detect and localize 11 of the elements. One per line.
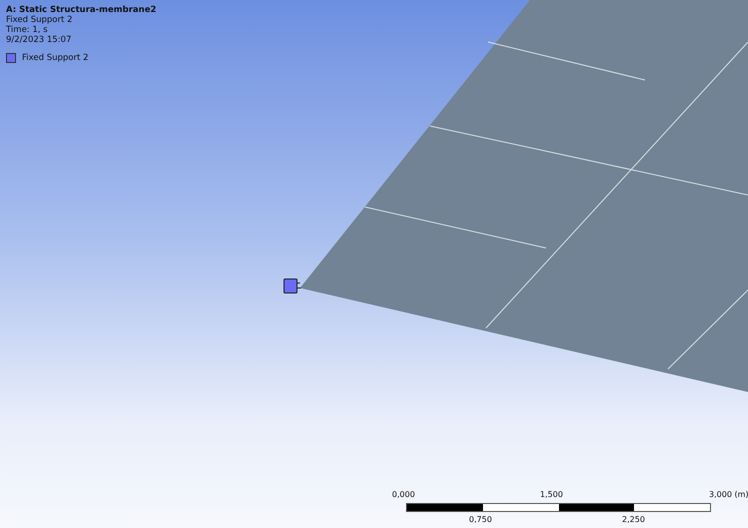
scale-label: 1,500 bbox=[540, 490, 563, 499]
scale-label: 0,000 bbox=[392, 490, 415, 499]
scale-label: 2,250 bbox=[622, 515, 645, 524]
fixed-support-marker-icon bbox=[284, 278, 302, 294]
info-line: 9/2/2023 15:07 bbox=[6, 35, 72, 45]
legend-label: Fixed Support 2 bbox=[22, 53, 88, 63]
scale-label: 3,000 (m) bbox=[709, 490, 748, 499]
scale-label: 0,750 bbox=[469, 515, 492, 524]
analysis-title: A: Static Structura-membrane2 bbox=[6, 5, 158, 15]
info-line: Fixed Support 2 bbox=[6, 15, 74, 25]
info-line: Time: 1, s bbox=[6, 25, 49, 35]
